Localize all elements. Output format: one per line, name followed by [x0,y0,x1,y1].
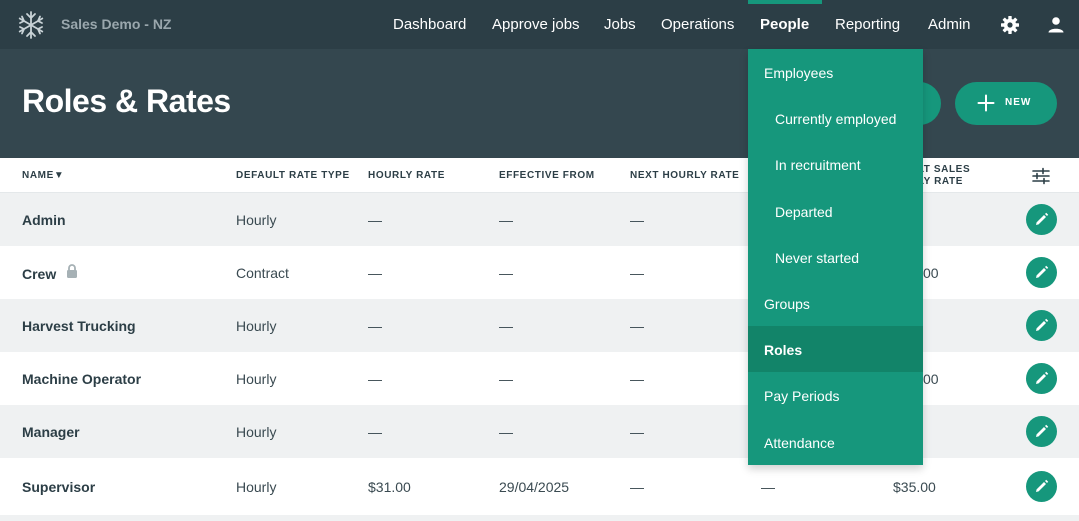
hourly-rate: — [368,371,382,387]
menu-item-departed[interactable]: Departed [748,188,923,234]
rate-type: Hourly [236,212,277,228]
nav-active-indicator [748,0,822,4]
table-row[interactable]: Supervisor Hourly $31.00 29/04/2025 — — … [0,458,1079,515]
menu-item-employees[interactable]: Employees [748,49,923,95]
effective-from: — [499,265,513,281]
next-hourly-rate: — [630,424,644,440]
gear-icon[interactable] [1000,15,1020,35]
pencil-icon [1036,318,1049,331]
top-nav-bar: Sales Demo - NZ Dashboard Approve jobs J… [0,0,1079,49]
pencil-icon [1036,212,1049,225]
edit-button[interactable] [1026,204,1057,235]
next-hourly-rate: — [630,212,644,228]
role-name[interactable]: Admin [22,212,66,228]
page-title: Roles & Rates [22,83,231,119]
column-settings-icon[interactable] [1032,167,1050,185]
nav-approve-jobs[interactable]: Approve jobs [492,16,580,33]
nav-dashboard[interactable]: Dashboard [393,16,466,33]
sales-rate: $35.00 [893,479,936,495]
column-next-hourly-rate[interactable]: NEXT HOURLY RATE [630,170,739,181]
user-icon[interactable] [1046,15,1066,35]
next-effective-from: — [761,479,775,495]
people-dropdown-menu: Employees Currently employed In recruitm… [748,49,923,465]
edit-button[interactable] [1026,257,1057,288]
pencil-icon [1036,479,1049,492]
menu-item-groups[interactable]: Groups [748,280,923,326]
pencil-icon [1036,265,1049,278]
pencil-icon [1036,424,1049,437]
menu-item-attendance[interactable]: Attendance [748,419,923,465]
nav-reporting[interactable]: Reporting [835,16,900,33]
lock-icon [67,264,77,278]
role-name[interactable]: Crew [22,266,56,282]
rate-type: Hourly [236,479,277,495]
menu-item-label: Employees [764,65,834,81]
new-button-label: NEW [1005,97,1032,108]
edit-button[interactable] [1026,363,1057,394]
hourly-rate: — [368,318,382,334]
menu-item-label: Attendance [764,435,835,451]
sales-rate: 00 [923,265,939,281]
hourly-rate: — [368,212,382,228]
new-button[interactable]: NEW [955,82,1057,125]
edit-button[interactable] [1026,471,1057,502]
menu-item-label: Pay Periods [764,388,840,404]
role-name[interactable]: Supervisor [22,479,95,495]
app-brand-name[interactable]: Sales Demo - NZ [61,16,171,32]
rate-type: Hourly [236,318,277,334]
edit-button[interactable] [1026,416,1057,447]
column-effective-from[interactable]: EFFECTIVE FROM [499,170,595,181]
menu-item-in-recruitment[interactable]: In recruitment [748,141,923,187]
role-name[interactable]: Machine Operator [22,371,141,387]
nav-jobs[interactable]: Jobs [604,16,636,33]
column-name[interactable]: NAME▼ [22,170,64,181]
menu-item-label: Groups [764,296,810,312]
rate-type: Hourly [236,371,277,387]
effective-from: — [499,318,513,334]
table-row-partial [0,515,1079,521]
column-default-rate-type[interactable]: DEFAULT RATE TYPE [236,170,350,181]
menu-item-label: Roles [764,342,803,358]
menu-item-label: Currently employed [775,111,897,127]
rate-type: Hourly [236,424,277,440]
effective-from: 29/04/2025 [499,479,570,495]
pencil-icon [1036,371,1049,384]
menu-item-currently-employed[interactable]: Currently employed [748,95,923,141]
next-hourly-rate: — [630,479,644,495]
plus-icon [977,94,995,112]
menu-item-pay-periods[interactable]: Pay Periods [748,372,923,418]
sales-rate: 00 [923,371,939,387]
column-hourly-rate[interactable]: HOURLY RATE [368,170,445,181]
role-name[interactable]: Harvest Trucking [22,318,136,334]
effective-from: — [499,371,513,387]
next-hourly-rate: — [630,318,644,334]
effective-from: — [499,212,513,228]
nav-operations[interactable]: Operations [661,16,734,33]
menu-item-never-started[interactable]: Never started [748,234,923,280]
effective-from: — [499,424,513,440]
next-hourly-rate: — [630,265,644,281]
menu-item-label: In recruitment [775,157,861,173]
next-hourly-rate: — [630,371,644,387]
edit-button[interactable] [1026,310,1057,341]
hourly-rate: — [368,265,382,281]
hourly-rate: $31.00 [368,479,411,495]
nav-people[interactable]: People [760,16,809,33]
menu-item-label: Never started [775,250,860,266]
menu-item-roles[interactable]: Roles [748,326,923,372]
menu-item-label: Departed [775,204,833,220]
snowflake-icon[interactable] [16,10,46,40]
hourly-rate: — [368,424,382,440]
rate-type: Contract [236,265,289,281]
role-name[interactable]: Manager [22,424,80,440]
nav-admin[interactable]: Admin [928,16,971,33]
